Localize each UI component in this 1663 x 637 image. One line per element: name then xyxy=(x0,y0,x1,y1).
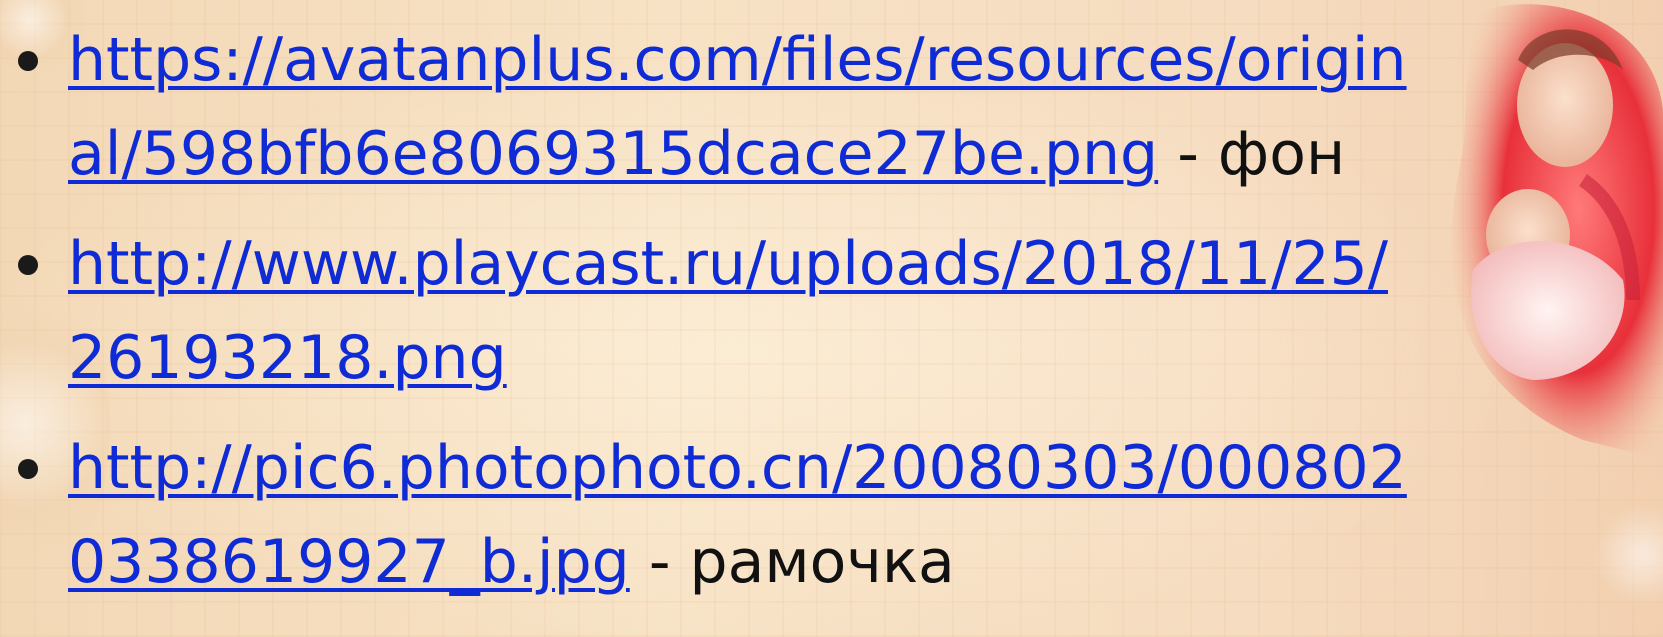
link-line-2: 0338619927_b.jpg - рамочка xyxy=(68,526,955,598)
bullet-icon xyxy=(18,255,38,275)
source-link-1-part-1[interactable]: https://avatanplus.com/files/resources/o… xyxy=(68,25,1407,95)
bullet-icon xyxy=(18,459,38,479)
source-link-1-part-2[interactable]: al/598bfb6e8069315dcace27be.png xyxy=(68,119,1158,189)
slide-content: https://avatanplus.com/files/resources/o… xyxy=(0,0,1663,637)
link-line-1: http://pic6.photophoto.cn/20080303/00080… xyxy=(68,432,1407,504)
link-line-1: http://www.playcast.ru/uploads/2018/11/2… xyxy=(68,228,1388,300)
link-caption-background: - фон xyxy=(1158,119,1346,189)
source-link-3-part-1[interactable]: http://pic6.photophoto.cn/20080303/00080… xyxy=(68,433,1407,503)
link-line-2: 26193218.png xyxy=(68,322,507,394)
link-line-1: https://avatanplus.com/files/resources/o… xyxy=(68,24,1407,96)
source-link-2-part-2[interactable]: 26193218.png xyxy=(68,323,507,393)
bullet-icon xyxy=(18,51,38,71)
link-caption-frame: - рамочка xyxy=(629,527,955,597)
source-link-3-part-2[interactable]: 0338619927_b.jpg xyxy=(68,527,630,597)
source-link-2-part-1[interactable]: http://www.playcast.ru/uploads/2018/11/2… xyxy=(68,229,1388,299)
link-line-2: al/598bfb6e8069315dcace27be.png - фон xyxy=(68,118,1345,190)
